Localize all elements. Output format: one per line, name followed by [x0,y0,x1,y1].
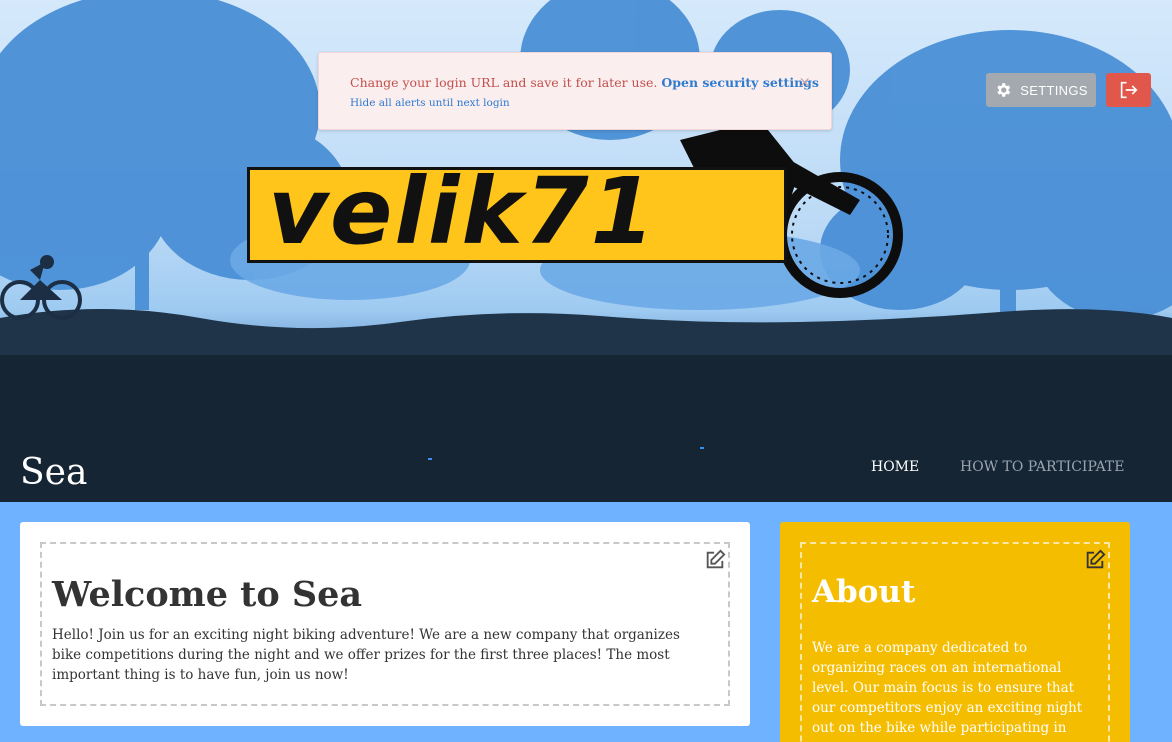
site-logo: velik71 [247,162,787,263]
open-security-settings-link[interactable]: Open security settings [661,75,819,90]
close-alert-icon[interactable]: × [798,73,811,91]
gear-icon [997,83,1011,97]
logo-text: velik71 [268,158,657,265]
hide-alerts-link[interactable]: Hide all alerts until next login [350,97,510,109]
welcome-card: Welcome to Sea Hello! Join us for an exc… [20,522,750,726]
security-alert: Change your login URL and save it for la… [318,52,832,130]
edit-icon[interactable] [1084,549,1106,571]
nav-item-how-to-participate[interactable]: HOW TO PARTICIPATE [960,459,1124,475]
welcome-title: Welcome to Sea [52,574,363,615]
logout-icon [1120,81,1138,99]
about-title: About [812,574,916,610]
logout-button[interactable] [1106,73,1151,107]
about-editable-region[interactable]: About We are a company dedicated to orga… [800,542,1110,742]
alert-message-text: Change your login URL and save it for la… [350,75,658,90]
settings-button[interactable]: SETTINGS [986,73,1096,107]
alert-message: Change your login URL and save it for la… [350,75,819,90]
decorative-dash [428,458,432,460]
welcome-text: Hello! Join us for an exciting night bik… [52,627,680,683]
decorative-dash [700,447,704,449]
welcome-editable-region[interactable]: Welcome to Sea Hello! Join us for an exc… [40,542,730,706]
site-title[interactable]: Sea [20,452,87,493]
header-hero: velik71 Change your login URL and save i… [0,0,1172,502]
about-text: We are a company dedicated to organizing… [812,640,1083,736]
about-card: About We are a company dedicated to orga… [780,522,1130,742]
settings-label: SETTINGS [1020,82,1088,98]
edit-icon[interactable] [704,549,726,571]
nav-item-home[interactable]: HOME [871,459,919,475]
